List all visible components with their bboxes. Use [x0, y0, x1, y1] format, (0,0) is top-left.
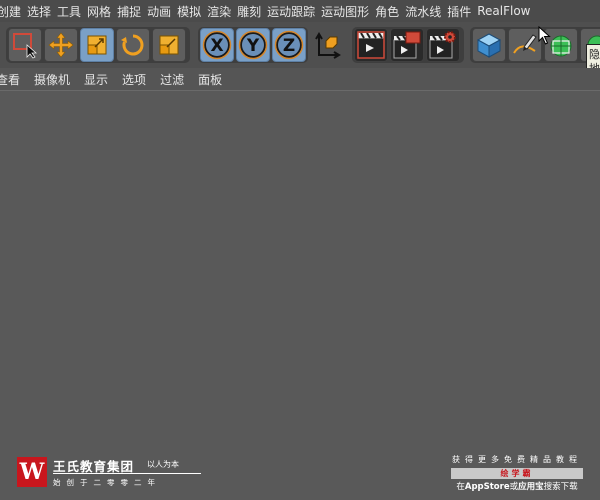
viewport-menu-options[interactable]: 选项: [122, 71, 146, 88]
recent-tool-icon: [159, 35, 179, 55]
scale-icon: [87, 35, 107, 55]
brand-watermark-left: W 王氏教育集团 以人为本 始创于二零零二年: [17, 455, 201, 489]
viewport-menu-bar: 查看 摄像机 显示 选项 过滤 面板: [0, 68, 600, 91]
menu-sculpt[interactable]: 雕刻: [237, 3, 268, 20]
render-to-picture-viewer-icon: [393, 31, 421, 59]
cube-icon: [476, 33, 502, 58]
menu-snap[interactable]: 捕捉: [117, 3, 148, 20]
menu-mesh[interactable]: 网格: [87, 3, 118, 20]
promo-headline: 获得更多免费精品教程: [452, 455, 582, 464]
brand-slogan: 以人为本: [147, 460, 179, 469]
menu-plugins[interactable]: 插件: [447, 3, 478, 20]
promo-post: 搜索下载: [543, 482, 578, 492]
y-axis-label: Y: [246, 36, 260, 56]
menu-create[interactable]: 创建: [0, 3, 28, 20]
lock-y-axis-button[interactable]: Y: [236, 28, 270, 62]
promo-pre: 在: [456, 482, 465, 492]
add-cube-button[interactable]: [472, 28, 506, 62]
move-icon: [48, 32, 74, 58]
z-axis-icon: Z: [274, 30, 304, 60]
y-axis-icon: Y: [238, 30, 268, 60]
lock-x-axis-button[interactable]: X: [200, 28, 234, 62]
promo-appstore: AppStore: [464, 482, 510, 492]
live-selection-icon: [13, 33, 38, 59]
3d-viewport[interactable]: [0, 91, 600, 500]
menu-select[interactable]: 选择: [27, 3, 58, 20]
pen-spline-icon: [513, 34, 537, 54]
world-coordinates-icon: [315, 32, 341, 59]
brand-divider: [53, 473, 201, 474]
promo-yingyongbao: 应用宝: [518, 482, 544, 492]
brand-watermark-right: 获得更多免费精品教程 绘学霸 在AppStore或应用宝搜索下载: [447, 454, 587, 492]
rotate-tool-button[interactable]: [116, 28, 150, 62]
render-settings-icon: [429, 31, 456, 59]
pen-spline-button[interactable]: [508, 28, 542, 62]
render-view-icon: [357, 31, 385, 59]
viewport-menu-display[interactable]: 显示: [84, 71, 108, 88]
render-view-button[interactable]: [354, 28, 388, 62]
promo-or: 或: [509, 482, 519, 492]
brand-founded: 始创于二零零二年: [53, 478, 161, 487]
promo-download-text: 在AppStore或应用宝搜索下载: [447, 480, 587, 492]
menu-character[interactable]: 角色: [375, 3, 406, 20]
menu-tools[interactable]: 工具: [57, 3, 88, 20]
x-axis-icon: X: [202, 30, 232, 60]
move-tool-button[interactable]: [44, 28, 78, 62]
viewport-menu-cameras[interactable]: 摄像机: [34, 71, 70, 88]
viewport-menu-panel[interactable]: 面板: [198, 71, 222, 88]
viewport-menu-view[interactable]: 查看: [0, 71, 20, 88]
brand-logo-icon: W: [17, 457, 47, 487]
coordinate-system-button[interactable]: [310, 28, 344, 62]
command-toolbar: X Y Z: [0, 22, 600, 69]
scale-tool-button[interactable]: [80, 28, 114, 62]
menu-pipeline[interactable]: 流水线: [405, 3, 448, 20]
lock-z-axis-button[interactable]: Z: [272, 28, 306, 62]
main-menu-bar: 创建 选择 工具 网格 捕捉 动画 模拟 渲染 雕刻 运动跟踪 运动图形 角色 …: [0, 0, 600, 22]
mouse-cursor-icon: [538, 26, 551, 45]
menu-motion-tracker[interactable]: 运动跟踪: [267, 3, 322, 20]
viewport-menu-filter[interactable]: 过滤: [160, 71, 184, 88]
menu-render[interactable]: 渲染: [207, 3, 238, 20]
menu-animate[interactable]: 动画: [147, 3, 178, 20]
recent-tool-button[interactable]: [152, 28, 186, 62]
render-settings-button[interactable]: [426, 28, 460, 62]
menu-simulate[interactable]: 模拟: [177, 3, 208, 20]
menu-realflow[interactable]: RealFlow: [477, 4, 537, 18]
tooltip-line-1: 隐: [589, 48, 600, 61]
x-axis-label: X: [210, 36, 223, 56]
z-axis-label: Z: [283, 36, 295, 56]
live-selection-button[interactable]: [8, 28, 42, 62]
rotate-icon: [121, 34, 144, 56]
render-to-picture-viewer-button[interactable]: [390, 28, 424, 62]
promo-app-name: 绘学霸: [451, 468, 583, 479]
menu-mograph[interactable]: 运动图形: [321, 3, 376, 20]
